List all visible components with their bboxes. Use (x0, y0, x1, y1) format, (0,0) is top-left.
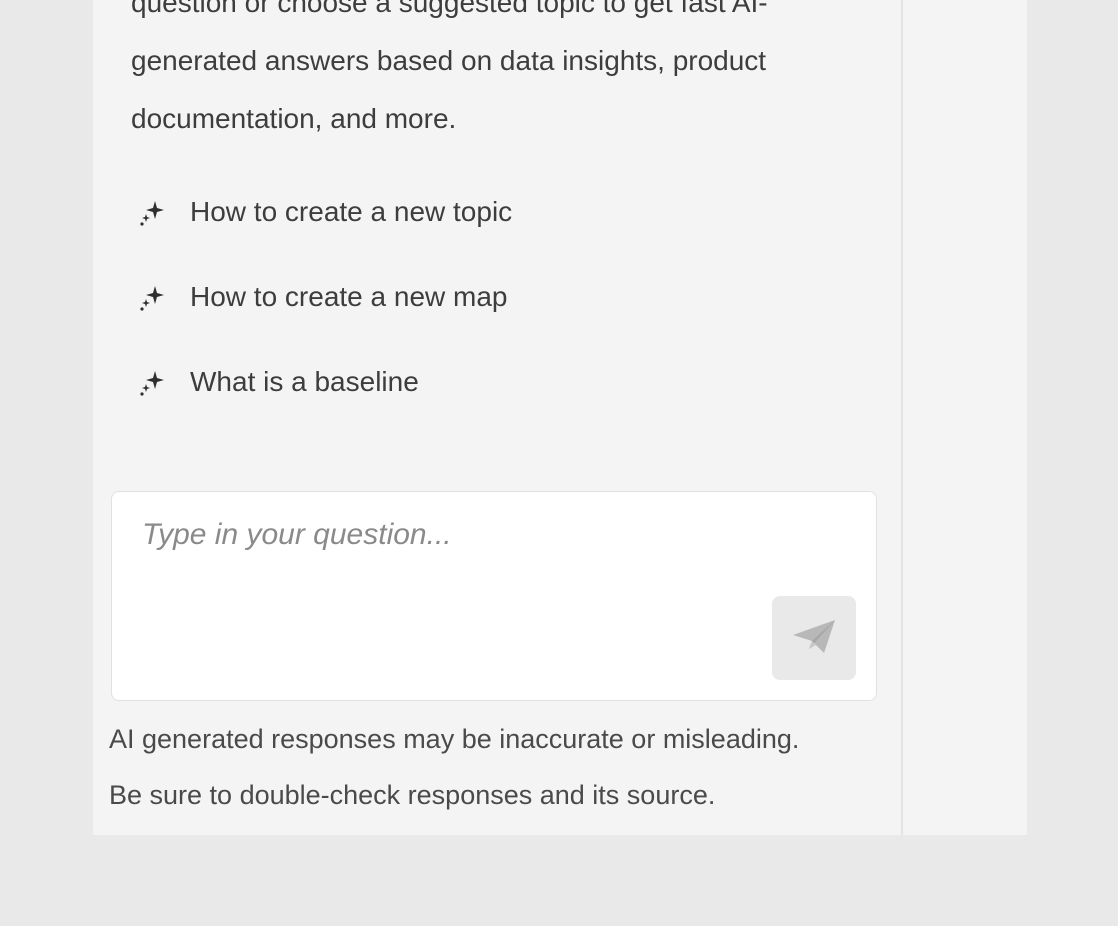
right-side-rail (901, 0, 1027, 835)
suggestion-item-new-map[interactable]: How to create a new map (137, 275, 512, 319)
disclaimer-line-1: AI generated responses may be inaccurate… (109, 724, 800, 754)
disclaimer-line-2: Be sure to double-check responses and it… (109, 780, 716, 810)
suggestion-item-baseline[interactable]: What is a baseline (137, 360, 512, 404)
ai-disclaimer: AI generated responses may be inaccurate… (109, 711, 899, 823)
intro-line-3: documentation, and more. (131, 103, 457, 134)
send-button[interactable] (772, 596, 856, 680)
sparkle-icon (137, 282, 167, 312)
intro-line-1: question or choose a suggested topic to … (131, 0, 768, 18)
sparkle-icon (137, 197, 167, 227)
suggested-topics-list: How to create a new topic How to create … (137, 190, 512, 445)
suggestion-label: How to create a new map (190, 281, 508, 312)
intro-line-2: generated answers based on data insights… (131, 45, 767, 76)
paper-plane-icon (791, 617, 837, 660)
question-input[interactable] (142, 510, 742, 560)
question-input-box (111, 491, 877, 701)
suggestion-label: What is a baseline (190, 366, 419, 397)
chat-panel: question or choose a suggested topic to … (93, 0, 901, 835)
intro-text: question or choose a suggested topic to … (131, 0, 831, 148)
suggestion-item-new-topic[interactable]: How to create a new topic (137, 190, 512, 234)
sparkle-icon (137, 367, 167, 397)
suggestion-label: How to create a new topic (190, 196, 513, 227)
